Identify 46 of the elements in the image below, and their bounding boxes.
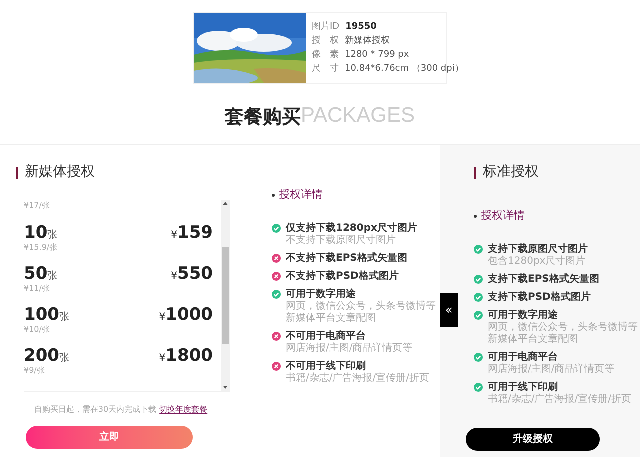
package-option[interactable]: 100张 ¥10/张 ¥1000	[24, 306, 213, 335]
info-value: 10.84*6.76cm （300 dpi）	[345, 62, 464, 76]
scrollbar-thumb[interactable]	[222, 247, 229, 344]
heading: 套餐购买	[225, 105, 301, 130]
package-option[interactable]: 200张 ¥9/张 ¥1800	[24, 347, 213, 376]
feature-description: 书籍/杂志/广告海报/宣传册/折页	[488, 394, 632, 406]
info-label: 尺 寸	[312, 62, 339, 76]
feature-title: 不支持下载PSD格式图片	[286, 270, 399, 282]
feature-title: 支持下载PSD格式图片	[488, 290, 591, 304]
feature-title: 仅支持下载1280px尺寸图片	[286, 222, 418, 234]
feature-description: 网页，微信公众号，头条号微博等新媒体平台文章配图	[286, 300, 437, 324]
collapse-tab[interactable]: «	[440, 293, 458, 327]
info-value: 19550	[346, 20, 377, 34]
feature-title: 可用于线下印刷	[488, 380, 559, 394]
feature-title: 不可用于线下印刷	[286, 360, 367, 372]
feature-description: 网店海报/主图/商品详情页等	[488, 364, 616, 376]
feature-description: 包含1280px尺寸图片	[488, 256, 587, 268]
feature-description: 网页，微信公众号，头条号微博等新媒体平台文章配图	[488, 322, 639, 346]
feature-title: 不支持下载EPS格式矢量图	[286, 252, 408, 264]
info-label: 授 权	[312, 34, 339, 48]
package-option[interactable]: 50张 ¥11/张 ¥550	[24, 265, 213, 294]
info-value: 新媒体授权	[345, 34, 390, 48]
details-title: 授权详情	[481, 208, 525, 224]
feature-title: 支持下载原图尺寸图片	[488, 242, 589, 256]
section-title: 标准授权	[483, 163, 539, 182]
feature-title: 可用于数字用途	[286, 288, 357, 300]
feature-title: 可用于数字用途	[488, 308, 559, 322]
feature-title: 可用于电商平台	[488, 350, 559, 364]
scroll-down-icon[interactable]	[223, 386, 228, 389]
feature-title: 支持下载EPS格式矢量图	[488, 272, 600, 286]
feature-title: 不可用于电商平台	[286, 330, 367, 342]
info-label: 图片ID	[312, 20, 340, 34]
upgrade-button[interactable]: 升级授权	[466, 428, 600, 450]
feature-description: 不支持下载原图尺寸图片	[286, 234, 397, 246]
download-note: 自购买日起，需在30天内完成下载	[34, 404, 157, 416]
scroll-up-icon[interactable]	[223, 202, 228, 205]
section-title: 新媒体授权	[25, 163, 95, 182]
package-option[interactable]: 10张 ¥15.9/张 ¥159	[24, 224, 213, 253]
info-label: 像 素	[312, 48, 339, 62]
feature-description: 书籍/杂志/广告海报/宣传册/折页	[286, 372, 430, 384]
unit-price: ¥17/张	[24, 200, 51, 212]
scrollbar[interactable]	[221, 200, 230, 391]
feature-description: 网店海报/主图/商品详情页等	[286, 342, 414, 354]
switch-plan-link[interactable]: 切换年度套餐	[160, 404, 208, 416]
details-title: 授权详情	[279, 187, 323, 203]
info-value: 1280 * 799 px	[345, 48, 410, 62]
